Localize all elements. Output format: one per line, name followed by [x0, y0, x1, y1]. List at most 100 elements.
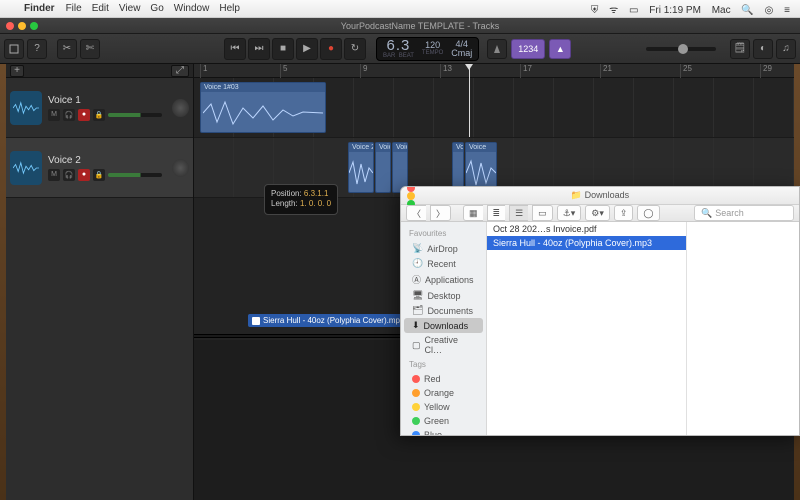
sidebar-item-recent[interactable]: 🕘Recent [404, 256, 483, 271]
forward-button[interactable]: ⏭ [248, 38, 270, 60]
audio-region[interactable]: Voic [375, 142, 391, 193]
menu-go[interactable]: Go [150, 3, 163, 14]
share-button[interactable]: ⇪ [614, 205, 634, 221]
sidebar-item-downloads[interactable]: ⬇Downloads [404, 318, 483, 333]
user-label[interactable]: Mac [712, 5, 731, 16]
input-monitor-button[interactable]: 🔒 [93, 169, 105, 181]
menu-file[interactable]: File [66, 3, 82, 14]
record-enable-button[interactable]: ● [78, 109, 90, 121]
metronome-button[interactable]: ▲ [549, 39, 571, 59]
documents-icon: 🗂 [412, 305, 423, 316]
finder-column[interactable]: Oct 28 202…s Invoice.pdf Sierra Hull - 4… [487, 222, 687, 436]
file-row[interactable]: Sierra Hull - 40oz (Polyphia Cover).mp3 [487, 236, 686, 250]
notifications-icon[interactable]: ≡ [784, 5, 790, 16]
finder-window[interactable]: 📁 Downloads 〈 〉 ▦ ≣ ☰ ▭ ⚓︎▾ ⚙▾ ⇪ ◯ 🔍 Sea… [400, 186, 800, 436]
ruler-tick: 21 [600, 64, 612, 78]
track-volume-slider[interactable] [108, 113, 162, 117]
back-button[interactable]: 〈 [406, 205, 426, 221]
sidebar-tag-red[interactable]: Red [404, 372, 483, 386]
minimize-window-button[interactable] [18, 22, 26, 30]
close-window-button[interactable] [407, 186, 415, 192]
clock[interactable]: Fri 1:19 PM [649, 5, 701, 16]
loop-browser-button[interactable]: ◐ [753, 39, 773, 59]
lcd-key[interactable]: Cmaj [451, 49, 472, 58]
menu-window[interactable]: Window [174, 3, 210, 14]
editors-button[interactable]: ✂ [57, 39, 77, 59]
sidebar-tag-yellow[interactable]: Yellow [404, 400, 483, 414]
sidebar-item-creative-cloud[interactable]: ▢Creative Cl… [404, 333, 483, 357]
solo-button[interactable]: 🎧 [63, 109, 75, 121]
control-center-icon[interactable]: ◎ [765, 5, 774, 16]
maximize-window-button[interactable] [30, 22, 38, 30]
view-gallery-button[interactable]: ▭ [532, 205, 553, 221]
lcd-position: 6.3 [387, 38, 411, 53]
audio-region[interactable]: Voice 1#03 [200, 82, 326, 133]
sidebar-item-applications[interactable]: ⒶApplications [404, 271, 483, 288]
minimize-window-button[interactable] [407, 192, 415, 200]
sidebar-tag-orange[interactable]: Orange [404, 386, 483, 400]
mute-button[interactable]: M [48, 109, 60, 121]
sidebar-item-documents[interactable]: 🗂Documents [404, 303, 483, 318]
shield-icon[interactable]: ⛨ [591, 5, 599, 16]
rewind-button[interactable]: ⏮ [224, 38, 246, 60]
ruler-tick: 17 [520, 64, 532, 78]
track-header[interactable]: Voice 1 M 🎧 ● 🔒 [6, 78, 193, 138]
lcd-display[interactable]: 6.3 BAR BEAT 120TEMPO 4/4 Cmaj [376, 37, 479, 61]
finder-titlebar[interactable]: 📁 Downloads [401, 187, 799, 205]
timeline-ruler[interactable]: 1 5 9 13 17 21 25 29 [194, 64, 794, 78]
library-button[interactable] [4, 39, 24, 59]
menu-edit[interactable]: Edit [92, 3, 109, 14]
region-info-tooltip: Position: 6.3.1.1 Length: 1. 0. 0. 0 [264, 184, 338, 215]
menubar-status: ⛨ ᯤ ▭ Fri 1:19 PM Mac 🔍 ◎ ≡ [587, 2, 794, 16]
sidebar-item-desktop[interactable]: 🖥Desktop [404, 288, 483, 303]
master-volume-slider[interactable] [646, 47, 716, 51]
track-lane[interactable]: Voice 1#03 [194, 78, 794, 138]
cycle-button[interactable]: ↻ [344, 38, 366, 60]
view-list-button[interactable]: ≣ [487, 205, 506, 221]
quick-help-button[interactable]: ? [27, 39, 47, 59]
menu-help[interactable]: Help [219, 3, 240, 14]
arrange-menu-button[interactable]: ⚓︎▾ [557, 205, 582, 221]
record-button[interactable]: ● [320, 38, 342, 60]
file-row[interactable]: Oct 28 202…s Invoice.pdf [487, 222, 686, 236]
sidebar-tag-green[interactable]: Green [404, 414, 483, 428]
tuner-button[interactable] [487, 39, 507, 59]
spotlight-icon[interactable]: 🔍 [741, 5, 753, 16]
track-volume-slider[interactable] [108, 173, 162, 177]
window-title: YourPodcastName TEMPLATE - Tracks [46, 21, 794, 31]
lcd-tempo[interactable]: 120 [425, 41, 440, 50]
solo-button[interactable]: 🎧 [63, 169, 75, 181]
track-name[interactable]: Voice 2 [48, 155, 162, 166]
menu-view[interactable]: View [119, 3, 141, 14]
scissors-button[interactable]: ✄ [80, 39, 100, 59]
record-enable-button[interactable]: ● [78, 169, 90, 181]
play-button[interactable]: ▶ [296, 38, 318, 60]
menubar-app-name[interactable]: Finder [24, 3, 55, 14]
sidebar-item-airdrop[interactable]: 📡AirDrop [404, 241, 483, 256]
notepad-button[interactable]: 🗒 [730, 39, 750, 59]
input-monitor-button[interactable]: 🔒 [93, 109, 105, 121]
count-in-button[interactable]: 1234 [511, 39, 545, 59]
action-menu-button[interactable]: ⚙▾ [585, 205, 610, 221]
close-window-button[interactable] [6, 22, 14, 30]
pan-knob[interactable] [172, 159, 189, 177]
track-header-menu-button[interactable]: ⤢ [171, 65, 189, 77]
dragged-file-chip[interactable]: Sierra Hull - 40oz (Polyphia Cover).mp3 [248, 314, 408, 327]
view-column-button[interactable]: ☰ [509, 205, 528, 221]
add-track-button[interactable]: + [10, 65, 24, 77]
track-header[interactable]: Voice 2 M 🎧 ● 🔒 [6, 138, 193, 198]
stop-button[interactable]: ■ [272, 38, 294, 60]
forward-button[interactable]: 〉 [430, 205, 451, 221]
tags-button[interactable]: ◯ [637, 205, 659, 221]
audio-region[interactable]: Voice 2 [348, 142, 374, 193]
track-name[interactable]: Voice 1 [48, 95, 162, 106]
wifi-icon[interactable]: ᯤ [609, 5, 618, 16]
mute-button[interactable]: M [48, 169, 60, 181]
downloads-icon: ⬇ [412, 320, 420, 331]
pan-knob[interactable] [172, 99, 189, 117]
media-browser-button[interactable]: ♫ [776, 39, 796, 59]
sidebar-tag-blue[interactable]: Blue [404, 428, 483, 436]
battery-icon[interactable]: ▭ [629, 5, 638, 16]
finder-search-input[interactable]: 🔍 Search [694, 205, 794, 221]
view-icon-button[interactable]: ▦ [463, 205, 483, 221]
